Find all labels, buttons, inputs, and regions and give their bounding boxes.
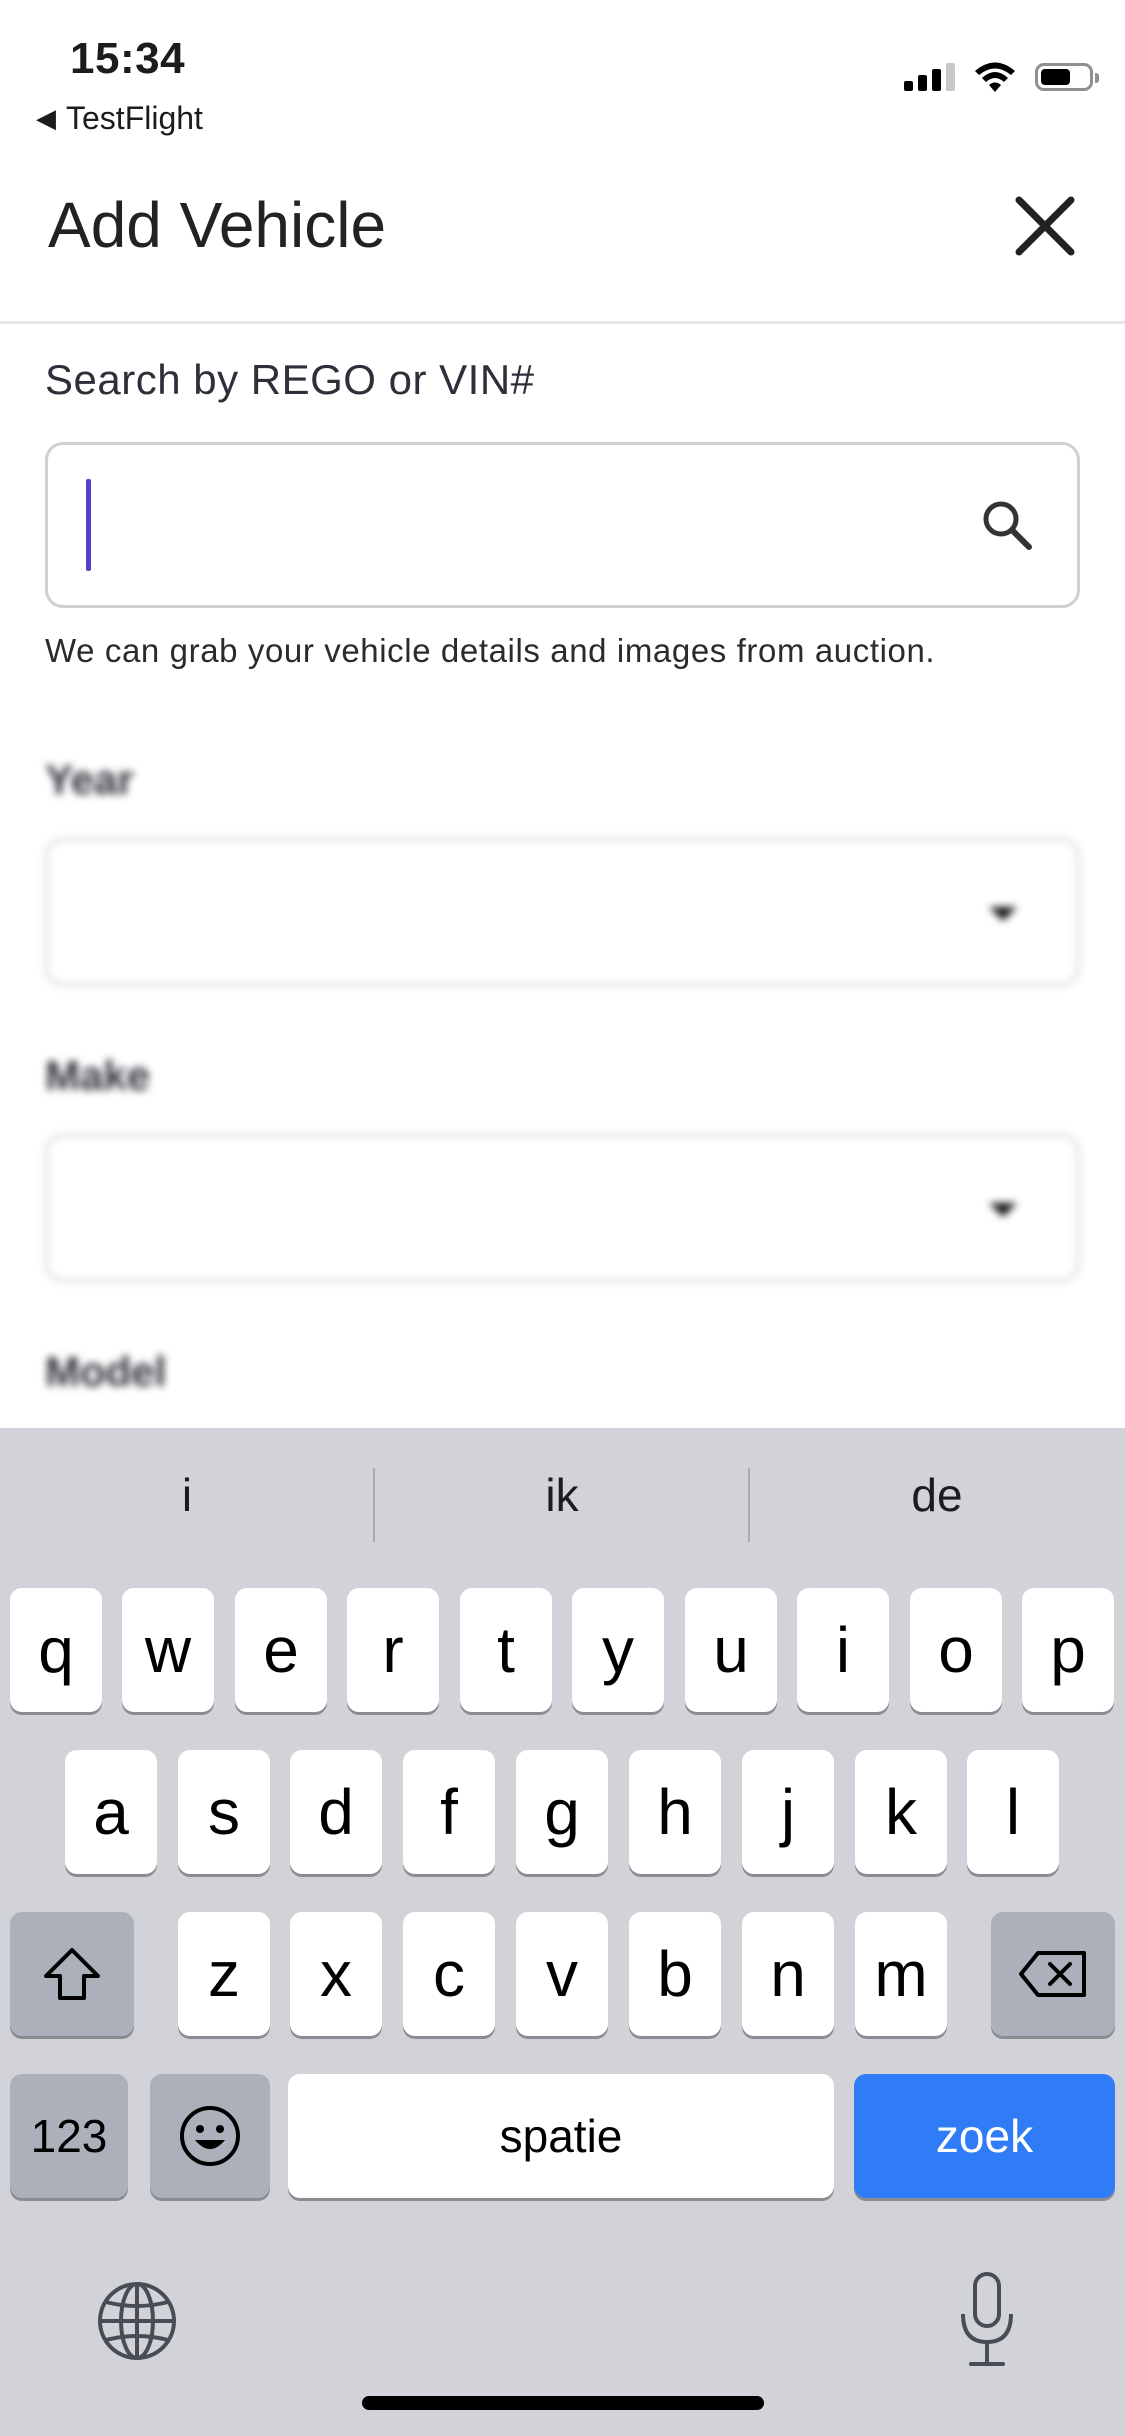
key-t[interactable]: t (460, 1588, 552, 1712)
key-u[interactable]: u (685, 1588, 777, 1712)
battery-icon (1035, 63, 1099, 91)
close-icon[interactable] (1009, 190, 1081, 262)
back-arrow-icon: ◀ (36, 103, 56, 133)
numbers-key[interactable]: 123 (10, 2074, 128, 2198)
shift-icon (44, 1948, 100, 2000)
shift-key[interactable] (10, 1912, 134, 2036)
wifi-icon (975, 62, 1015, 92)
predictive-bar: i ik de (0, 1428, 1125, 1578)
chevron-down-icon (989, 1203, 1017, 1217)
key-g[interactable]: g (516, 1750, 608, 1874)
key-n[interactable]: n (742, 1912, 834, 2036)
chevron-down-icon (989, 907, 1017, 921)
search-action-key[interactable]: zoek (854, 2074, 1115, 2198)
key-k[interactable]: k (855, 1750, 947, 1874)
emoji-key[interactable] (150, 2074, 270, 2198)
page-title: Add Vehicle (48, 189, 387, 261)
key-a[interactable]: a (65, 1750, 157, 1874)
make-select[interactable] (45, 1134, 1080, 1282)
space-key[interactable]: spatie (288, 2074, 834, 2198)
search-icon[interactable] (977, 495, 1037, 555)
key-h[interactable]: h (629, 1750, 721, 1874)
modal-header: Add Vehicle (0, 160, 1125, 324)
key-q[interactable]: q (10, 1588, 102, 1712)
emoji-icon (180, 2106, 240, 2166)
backspace-icon (1019, 1951, 1086, 1997)
key-r[interactable]: r (347, 1588, 439, 1712)
key-b[interactable]: b (629, 1912, 721, 2036)
globe-icon[interactable] (96, 2280, 178, 2362)
text-caret (86, 479, 91, 571)
key-x[interactable]: x (290, 1912, 382, 2036)
back-app-label: TestFlight (66, 100, 203, 136)
key-p[interactable]: p (1022, 1588, 1114, 1712)
backspace-key[interactable] (991, 1912, 1115, 2036)
key-z[interactable]: z (178, 1912, 270, 2036)
key-w[interactable]: w (122, 1588, 214, 1712)
key-m[interactable]: m (855, 1912, 947, 2036)
key-o[interactable]: o (910, 1588, 1002, 1712)
key-f[interactable]: f (403, 1750, 495, 1874)
key-v[interactable]: v (516, 1912, 608, 2036)
status-indicators (904, 60, 1099, 94)
microphone-icon[interactable] (955, 2270, 1019, 2370)
year-select[interactable] (45, 838, 1080, 986)
year-label: Year (45, 756, 134, 803)
home-indicator[interactable] (362, 2396, 764, 2410)
key-l[interactable]: l (967, 1750, 1059, 1874)
suggestion-2[interactable]: ik (375, 1468, 749, 1522)
key-e[interactable]: e (235, 1588, 327, 1712)
search-label: Search by REGO or VIN# (45, 356, 535, 403)
status-time: 15:34 (70, 34, 186, 83)
search-helper-text: We can grab your vehicle details and ima… (45, 632, 936, 669)
key-d[interactable]: d (290, 1750, 382, 1874)
key-j[interactable]: j (742, 1750, 834, 1874)
key-y[interactable]: y (572, 1588, 664, 1712)
back-to-app-link[interactable]: ◀ TestFlight (36, 100, 203, 137)
search-input[interactable] (45, 442, 1080, 608)
keyboard: i ik de q w e r t y u i o p a s d f g h … (0, 1428, 1125, 2436)
cellular-signal-icon (904, 63, 955, 91)
key-s[interactable]: s (178, 1750, 270, 1874)
make-label: Make (45, 1052, 151, 1099)
key-i[interactable]: i (797, 1588, 889, 1712)
suggestion-3[interactable]: de (750, 1468, 1124, 1522)
key-c[interactable]: c (403, 1912, 495, 2036)
suggestion-1[interactable]: i (0, 1468, 374, 1522)
model-label: Model (45, 1348, 167, 1395)
